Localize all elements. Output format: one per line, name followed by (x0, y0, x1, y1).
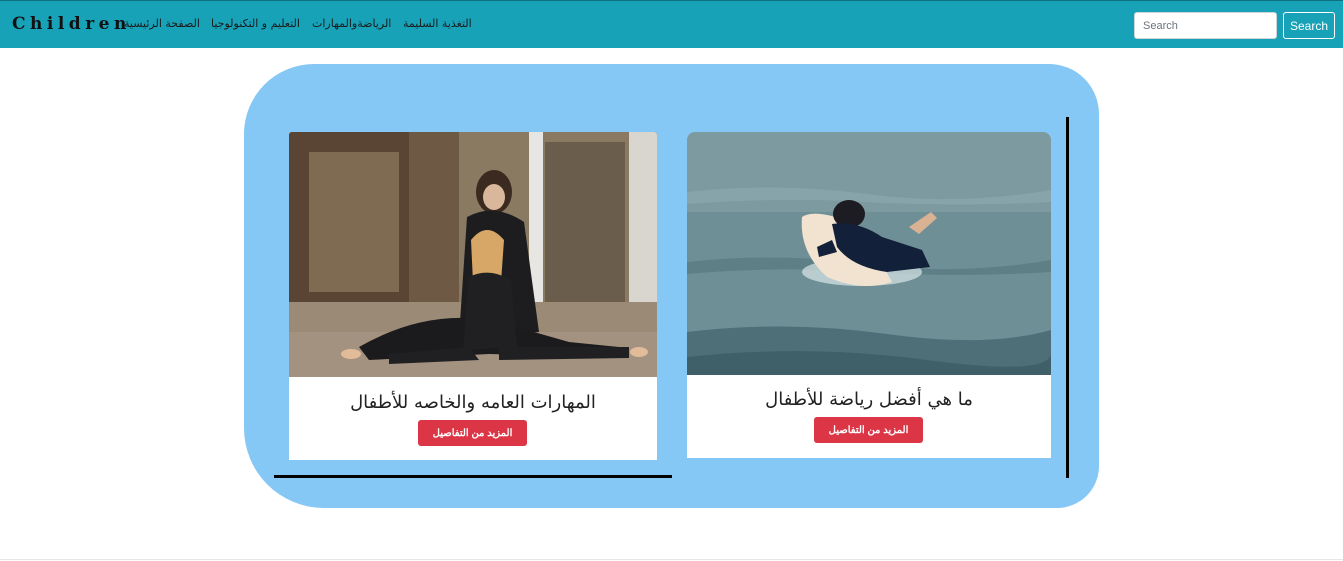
more-details-button[interactable]: المزيد من التفاصيل (814, 417, 923, 443)
girl-gymnastics-photo[interactable] (289, 132, 657, 377)
brand-logo[interactable]: Children (12, 14, 131, 34)
card-sports: ما هي أفضل رياضة للأطفال المزيد من التفا… (687, 132, 1051, 458)
footer-divider (0, 559, 1343, 560)
nav-link-education-technology[interactable]: التعليم و التكنولوجيا (211, 17, 300, 30)
card-skills: المهارات العامه والخاصه للأطفال المزيد م… (289, 132, 657, 460)
card-title: المهارات العامه والخاصه للأطفال (350, 392, 596, 413)
nav-link-healthy-nutrition[interactable]: التغذية السليمة (403, 17, 472, 30)
card-title: ما هي أفضل رياضة للأطفال (765, 389, 973, 410)
child-surfing-photo[interactable] (687, 132, 1051, 375)
nav-link-home[interactable]: الصفحة الرئيسية (124, 17, 200, 30)
decorative-vertical-rule (1066, 117, 1069, 478)
search-button[interactable]: Search (1283, 12, 1335, 39)
navbar: Children الصفحة الرئيسية التعليم و التكن… (0, 0, 1343, 48)
decorative-horizontal-rule (274, 475, 672, 478)
search-input[interactable] (1134, 12, 1277, 39)
more-details-button[interactable]: المزيد من التفاصيل (418, 420, 527, 446)
nav-link-sports-skills[interactable]: الرياضةوالمهارات (312, 17, 391, 30)
